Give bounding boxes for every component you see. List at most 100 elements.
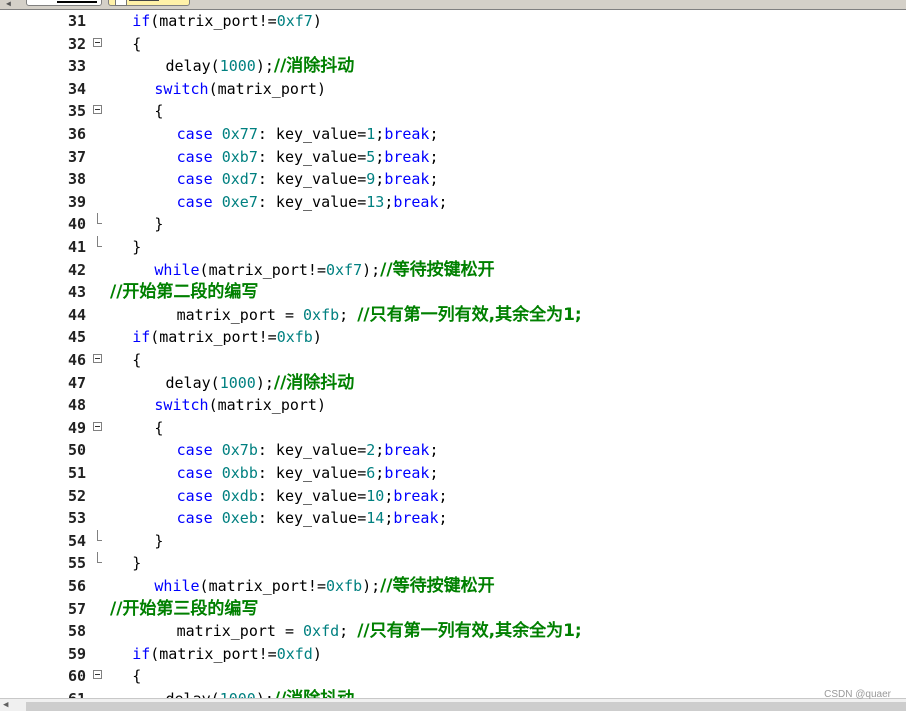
code-line[interactable]: 43 //开始第二段的编写	[0, 281, 906, 304]
fold-end-marker	[97, 213, 102, 225]
code-token: matrix_port =	[176, 305, 304, 324]
code-line[interactable]: 49 {	[0, 417, 906, 440]
tab-label	[129, 0, 159, 1]
code-line[interactable]: 54}	[0, 529, 906, 553]
keyword-token: case	[176, 170, 213, 189]
code-line[interactable]: 44 matrix_port = 0xfb; //只有第一列有效,其余全为1;	[0, 304, 906, 327]
code-line[interactable]: 33 delay(1000);//消除抖动	[0, 55, 906, 78]
code-line[interactable]: 50 case 0x7b: key_value=2;break;	[0, 439, 906, 462]
code-text: {	[132, 665, 141, 687]
code-line[interactable]: 31 if(matrix_port!=0xf7)	[0, 10, 906, 33]
code-text: case 0xdb: key_value=10;break;	[177, 485, 448, 507]
code-line[interactable]: 56 while(matrix_port!=0xfb);//等待按键松开	[0, 575, 906, 598]
code-token: (matrix_port!=	[199, 577, 326, 595]
code-text: }	[132, 552, 141, 574]
code-token: ;	[429, 147, 439, 166]
code-token: ;	[375, 147, 385, 166]
code-token: );	[255, 373, 274, 392]
code-line[interactable]: 42 while(matrix_port!=0xf7);//等待按键松开	[0, 259, 906, 282]
fold-end-marker	[97, 552, 102, 564]
number-token: 0xe7	[221, 192, 258, 211]
code-token: ;	[384, 509, 394, 528]
code-line[interactable]: 32 {	[0, 33, 906, 56]
code-line[interactable]: 37 case 0xb7: key_value=5;break;	[0, 146, 906, 169]
code-text: }	[154, 530, 163, 552]
code-line[interactable]: 47 delay(1000);//消除抖动	[0, 372, 906, 395]
code-token: ;	[375, 464, 385, 482]
code-token: )	[312, 328, 322, 347]
number-token: 1000	[219, 373, 256, 392]
fold-collapse-icon[interactable]	[93, 354, 102, 363]
code-line[interactable]: 58 matrix_port = 0xfd; //只有第一列有效,其余全为1;	[0, 620, 906, 643]
comment-token: //等待按键松开	[380, 259, 495, 280]
keyword-token: case	[176, 147, 213, 166]
code-line[interactable]: 60 {	[0, 665, 906, 688]
line-number: 54	[67, 531, 86, 550]
code-line[interactable]: 53 case 0xeb: key_value=14;break;	[0, 507, 906, 530]
number-token: 0xfb	[303, 305, 340, 324]
keyword-token: break	[393, 509, 439, 528]
line-number: 44	[67, 305, 86, 324]
number-token: 0x77	[221, 125, 258, 143]
code-line[interactable]: 61 delay(1000);//消除抖动	[0, 688, 906, 698]
code-text: if(matrix_port!=0xfd)	[132, 643, 322, 665]
code-line[interactable]: 46 {	[0, 349, 906, 372]
code-text: case 0xd7: key_value=9;break;	[177, 168, 439, 190]
code-token: (matrix_port!=	[150, 328, 277, 347]
code-token: ;	[375, 170, 385, 189]
code-line[interactable]: 39 case 0xe7: key_value=13;break;	[0, 191, 906, 214]
code-token: {	[132, 667, 142, 686]
number-token: 1000	[220, 690, 256, 698]
tab-file-1[interactable]	[26, 0, 102, 6]
line-number: 40	[67, 215, 86, 234]
line-number: 59	[67, 644, 86, 663]
line-number: 60	[67, 667, 86, 686]
line-number: 38	[67, 170, 86, 189]
code-line[interactable]: 45 if(matrix_port!=0xfb)	[0, 326, 906, 349]
keyword-token: if	[132, 644, 151, 663]
line-number: 33	[67, 57, 86, 76]
keyword-token: case	[176, 192, 213, 211]
keyword-token: case	[176, 464, 213, 482]
code-line[interactable]: 36 case 0x77: key_value=1;break;	[0, 123, 906, 146]
code-editor[interactable]: 31 if(matrix_port!=0xf7) 32{33 delay(1000);…	[0, 10, 906, 698]
comment-token: //等待按键松开	[380, 576, 495, 596]
tab-label-underline	[57, 1, 97, 3]
number-token: 6	[366, 464, 376, 482]
code-line[interactable]: 35 {	[0, 100, 906, 123]
tab-file-2[interactable]	[108, 0, 190, 6]
number-token: 0xfb	[325, 577, 363, 595]
code-line[interactable]: 48 switch(matrix_port)	[0, 394, 906, 417]
line-number: 35	[67, 102, 86, 121]
watermark: CSDN @quaer	[824, 689, 891, 700]
code-line[interactable]: 59 if(matrix_port!=0xfd)	[0, 643, 906, 666]
line-number: 39	[67, 192, 86, 211]
code-line[interactable]: 41}	[0, 236, 906, 259]
fold-collapse-icon[interactable]	[93, 670, 102, 680]
line-number: 58	[67, 622, 86, 641]
code-token: )	[312, 12, 322, 30]
fold-collapse-icon[interactable]	[93, 421, 102, 431]
code-text: delay(1000);//消除抖动	[166, 55, 355, 77]
number-token: 0xb7	[221, 147, 258, 166]
code-text: if(matrix_port!=0xfb)	[132, 326, 322, 348]
fold-collapse-icon[interactable]	[93, 105, 102, 115]
code-line[interactable]: 51 case 0xbb: key_value=6;break;	[0, 462, 906, 485]
code-line[interactable]: 52 case 0xdb: key_value=10;break;	[0, 485, 906, 508]
horizontal-scrollbar[interactable]: ◀	[0, 698, 906, 711]
code-token: }	[132, 238, 142, 256]
line-number: 34	[67, 79, 86, 98]
code-line[interactable]: 34 switch(matrix_port)	[0, 78, 906, 101]
code-line[interactable]: 57 //开始第三段的编写	[0, 598, 906, 621]
code-line[interactable]: 55}	[0, 552, 906, 575]
tab-scroll-left-icon[interactable]: ◀	[6, 0, 16, 9]
fold-collapse-icon[interactable]	[93, 37, 102, 47]
code-line[interactable]: 38 case 0xd7: key_value=9;break;	[0, 168, 906, 191]
code-line[interactable]: 40}	[0, 213, 906, 236]
number-token: 0xeb	[221, 509, 258, 528]
scroll-left-arrow-icon[interactable]: ◀	[3, 699, 8, 711]
line-number: 46	[67, 351, 86, 369]
